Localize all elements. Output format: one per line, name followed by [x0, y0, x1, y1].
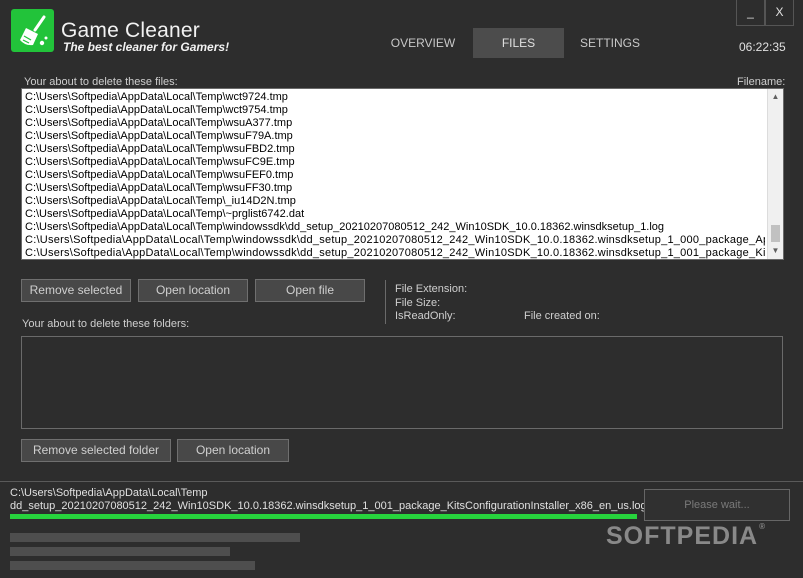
file-list-item[interactable]: C:\Users\Softpedia\AppData\Local\Temp\~p… — [25, 208, 765, 221]
scroll-thumb[interactable] — [771, 225, 780, 242]
file-created-label: File created on: — [524, 310, 600, 322]
footer-divider — [0, 481, 803, 482]
progress-bar — [10, 514, 637, 519]
watermark-text: SOFTPEDIA — [606, 522, 759, 550]
app-logo — [11, 9, 54, 52]
file-list-item[interactable]: C:\Users\Softpedia\AppData\Local\Temp\wc… — [25, 91, 765, 104]
file-list-item[interactable]: C:\Users\Softpedia\AppData\Local\Temp\wi… — [25, 247, 765, 259]
file-list-item[interactable]: C:\Users\Softpedia\AppData\Local\Temp\_i… — [25, 195, 765, 208]
filename-label: Filename: — [737, 76, 786, 88]
status-path: C:\Users\Softpedia\AppData\Local\Temp — [10, 487, 208, 499]
tab-files[interactable]: FILES — [473, 28, 564, 58]
open-location-button[interactable]: Open location — [138, 279, 248, 302]
open-folder-location-button[interactable]: Open location — [177, 439, 289, 462]
file-list-item[interactable]: C:\Users\Softpedia\AppData\Local\Temp\ws… — [25, 143, 765, 156]
file-extension-label: File Extension: — [395, 283, 468, 295]
file-list-item[interactable]: C:\Users\Softpedia\AppData\Local\Temp\wi… — [25, 234, 765, 247]
remove-selected-folder-button[interactable]: Remove selected folder — [21, 439, 171, 462]
folder-list[interactable] — [21, 336, 783, 429]
file-list-scrollbar[interactable]: ▲ ▼ — [767, 89, 783, 259]
close-button[interactable]: X — [765, 0, 794, 26]
is-readonly-label: IsReadOnly: — [395, 310, 456, 322]
file-size-label: File Size: — [395, 297, 441, 309]
file-list-item[interactable]: C:\Users\Softpedia\AppData\Local\Temp\wi… — [25, 221, 765, 234]
file-list-item[interactable]: C:\Users\Softpedia\AppData\Local\Temp\ws… — [25, 182, 765, 195]
softpedia-watermark: SOFTPEDIA® — [606, 522, 766, 551]
scroll-down-arrow-icon[interactable]: ▼ — [768, 243, 783, 259]
folders-heading: Your about to delete these folders: — [22, 318, 190, 330]
watermark-mark: ® — [759, 522, 766, 531]
minimize-button[interactable]: _ — [736, 0, 765, 26]
file-list-item[interactable]: C:\Users\Softpedia\AppData\Local\Temp\ws… — [25, 169, 765, 182]
app-subtitle: The best cleaner for Gamers! — [63, 40, 230, 54]
file-list-item[interactable]: C:\Users\Softpedia\AppData\Local\Temp\ws… — [25, 156, 765, 169]
open-file-button[interactable]: Open file — [255, 279, 365, 302]
broom-icon — [20, 15, 48, 46]
file-list-item[interactable]: C:\Users\Softpedia\AppData\Local\Temp\ws… — [25, 117, 765, 130]
file-rows: C:\Users\Softpedia\AppData\Local\Temp\wc… — [25, 91, 765, 259]
details-separator — [385, 280, 386, 324]
scroll-up-arrow-icon[interactable]: ▲ — [768, 89, 783, 105]
remove-selected-button[interactable]: Remove selected — [21, 279, 131, 302]
progress-fill — [10, 514, 637, 519]
status-current-file: dd_setup_20210207080512_242_Win10SDK_10.… — [10, 500, 647, 512]
please-wait-button[interactable]: Please wait... — [644, 489, 790, 521]
files-heading: Your about to delete these files: — [24, 76, 178, 88]
file-list-item[interactable]: C:\Users\Softpedia\AppData\Local\Temp\ws… — [25, 130, 765, 143]
clock: 06:22:35 — [739, 40, 786, 54]
tab-overview[interactable]: OVERVIEW — [377, 28, 469, 58]
file-list-item[interactable]: C:\Users\Softpedia\AppData\Local\Temp\wc… — [25, 104, 765, 117]
file-list[interactable]: C:\Users\Softpedia\AppData\Local\Temp\wc… — [21, 88, 784, 260]
tab-settings[interactable]: SETTINGS — [566, 28, 654, 58]
blurred-info — [10, 530, 310, 572]
